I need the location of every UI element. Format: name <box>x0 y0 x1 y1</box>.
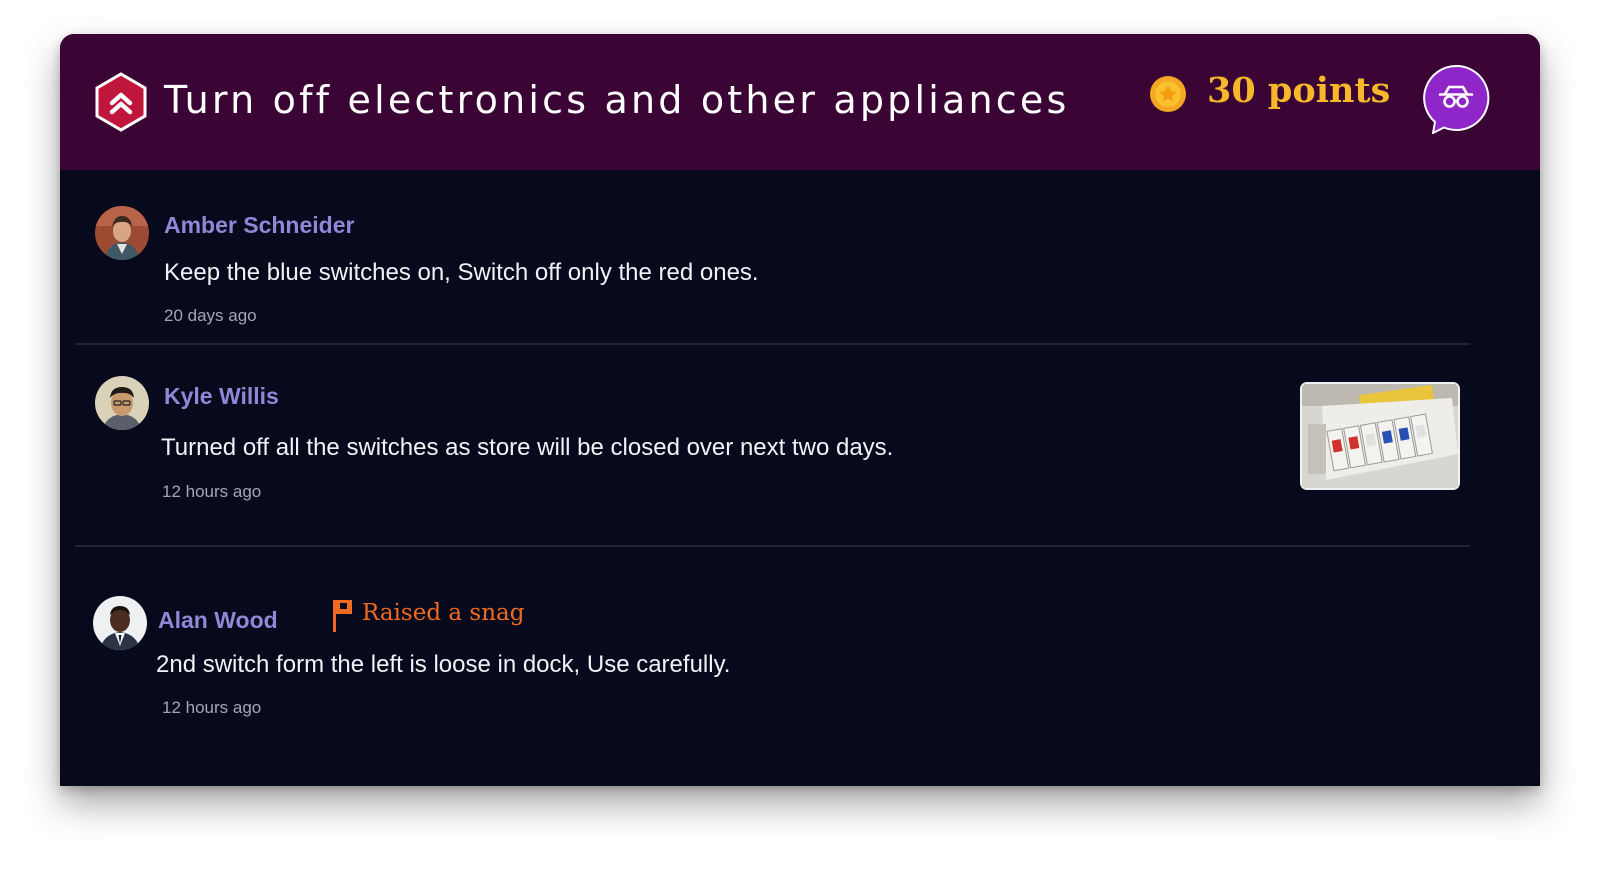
snag-badge: Raised a snag <box>362 600 525 626</box>
task-header: Turn off electronics and other appliance… <box>60 34 1540 170</box>
avatar[interactable] <box>95 376 149 430</box>
comment-divider <box>75 343 1470 345</box>
avatar[interactable] <box>93 596 147 650</box>
comment-timestamp: 20 days ago <box>164 306 257 325</box>
flag-icon <box>333 600 352 632</box>
gold-coin-icon <box>1150 76 1186 112</box>
priority-chevron-up-icon <box>95 72 147 132</box>
comment-timestamp: 12 hours ago <box>162 482 262 501</box>
incognito-button[interactable] <box>1422 64 1490 134</box>
comment-author[interactable]: Kyle Willis <box>164 383 279 410</box>
avatar[interactable] <box>95 206 149 260</box>
comment-author[interactable]: Amber Schneider <box>164 212 354 239</box>
points-label: 30 points <box>1207 70 1391 111</box>
task-title: Turn off electronics and other appliance… <box>164 78 1070 122</box>
comment-text: 2nd switch form the left is loose in doc… <box>156 651 731 678</box>
comment-divider <box>75 545 1470 547</box>
comment-text: Keep the blue switches on, Switch off on… <box>164 259 759 286</box>
switchboard-photo[interactable] <box>1300 382 1460 490</box>
task-card: Turn off electronics and other appliance… <box>60 34 1540 786</box>
comment-timestamp: 12 hours ago <box>162 698 262 717</box>
comment-text: Turned off all the switches as store wil… <box>161 434 894 461</box>
comment-author[interactable]: Alan Wood <box>158 607 278 634</box>
